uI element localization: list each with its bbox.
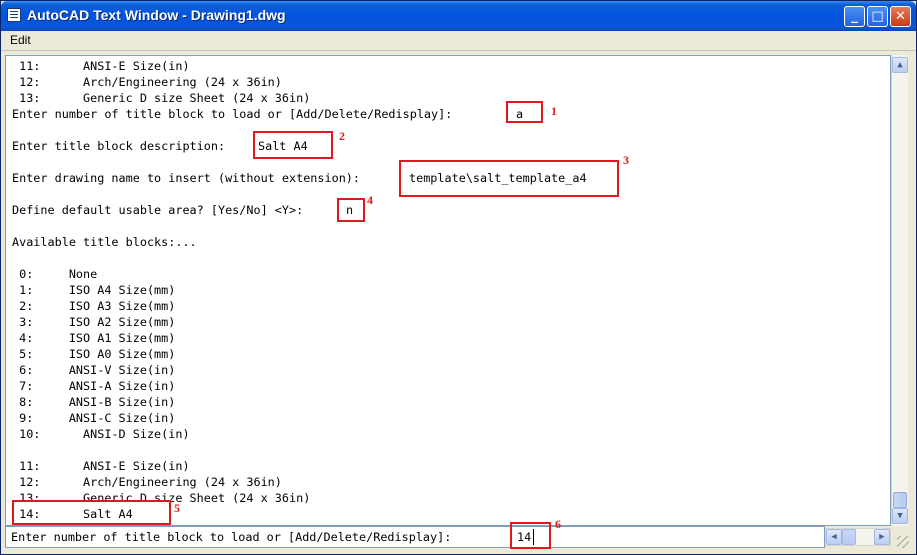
annotation-number-5: 5	[174, 501, 180, 515]
history-line: 12: Arch/Engineering (24 x 36in)	[12, 75, 282, 89]
annotation-number-3: 3	[623, 153, 629, 167]
history-line: 9: ANSI-C Size(in)	[12, 411, 176, 425]
command-prompt: Enter number of title block to load or […	[11, 530, 452, 544]
history-line: 8: ANSI-B Size(in)	[12, 395, 176, 409]
menu-edit[interactable]: Edit	[10, 33, 31, 47]
scroll-down-icon[interactable]: ▼	[892, 508, 908, 524]
text-history-area[interactable]: 11: ANSI-E Size(in) 12: Arch/Engineering…	[5, 55, 891, 526]
history-line: 7: ANSI-A Size(in)	[12, 379, 176, 393]
history-line: Enter drawing name to insert (without ex…	[12, 171, 361, 185]
annotation-box-3	[399, 160, 619, 197]
horizontal-scrollbar[interactable]: ◀ ▶	[825, 528, 891, 546]
horizontal-scroll-thumb[interactable]	[842, 529, 856, 545]
annotation-box-2	[253, 131, 333, 159]
history-line: 11: ANSI-E Size(in)	[12, 59, 190, 73]
history-line: 0: None	[12, 267, 98, 281]
window-title: AutoCAD Text Window - Drawing1.dwg	[27, 7, 286, 23]
annotation-box-1	[506, 101, 543, 123]
resize-grip-icon[interactable]	[897, 536, 909, 548]
history-line: 6: ANSI-V Size(in)	[12, 363, 176, 377]
text-window-icon[interactable]	[7, 8, 21, 22]
history-line: Enter number of title block to load or […	[12, 107, 453, 121]
history-line: 1: ISO A4 Size(mm)	[12, 283, 176, 297]
history-line: 4: ISO A1 Size(mm)	[12, 331, 176, 345]
history-line: Define default usable area? [Yes/No] <Y>…	[12, 203, 304, 217]
annotation-box-4	[337, 198, 365, 222]
vertical-scrollbar[interactable]: ▲ ▼	[891, 55, 908, 526]
annotation-box-5	[12, 500, 171, 525]
history-line: Enter title block description:	[12, 139, 226, 153]
scroll-up-icon[interactable]: ▲	[892, 57, 908, 73]
close-button[interactable]: ✕	[890, 6, 911, 27]
history-line: 13: Generic D size Sheet (24 x 36in)	[12, 91, 311, 105]
history-line: 5: ISO A0 Size(mm)	[12, 347, 176, 361]
maximize-button[interactable]: □	[867, 6, 888, 27]
annotation-box-6	[510, 522, 551, 549]
history-line: 3: ISO A2 Size(mm)	[12, 315, 176, 329]
command-line[interactable]: Enter number of title block to load or […	[5, 526, 825, 548]
title-bar[interactable]: AutoCAD Text Window - Drawing1.dwg _ □ ✕	[1, 1, 916, 31]
history-line: 2: ISO A3 Size(mm)	[12, 299, 176, 313]
history-line: 10: ANSI-D Size(in)	[12, 427, 190, 441]
history-line: 11: ANSI-E Size(in)	[12, 459, 190, 473]
annotation-number-6: 6	[555, 517, 561, 531]
annotation-number-4: 4	[367, 193, 373, 207]
history-line: 12: Arch/Engineering (24 x 36in)	[12, 475, 282, 489]
annotation-number-1: 1	[551, 104, 557, 118]
autocad-text-window: AutoCAD Text Window - Drawing1.dwg _ □ ✕…	[0, 0, 917, 555]
scroll-left-icon[interactable]: ◀	[826, 529, 842, 545]
scroll-right-icon[interactable]: ▶	[874, 529, 890, 545]
history-line: Available title blocks:...	[12, 235, 197, 249]
scroll-thumb[interactable]	[893, 492, 907, 508]
menu-bar: Edit	[1, 31, 916, 51]
minimize-button[interactable]: _	[844, 6, 865, 27]
annotation-number-2: 2	[339, 129, 345, 143]
